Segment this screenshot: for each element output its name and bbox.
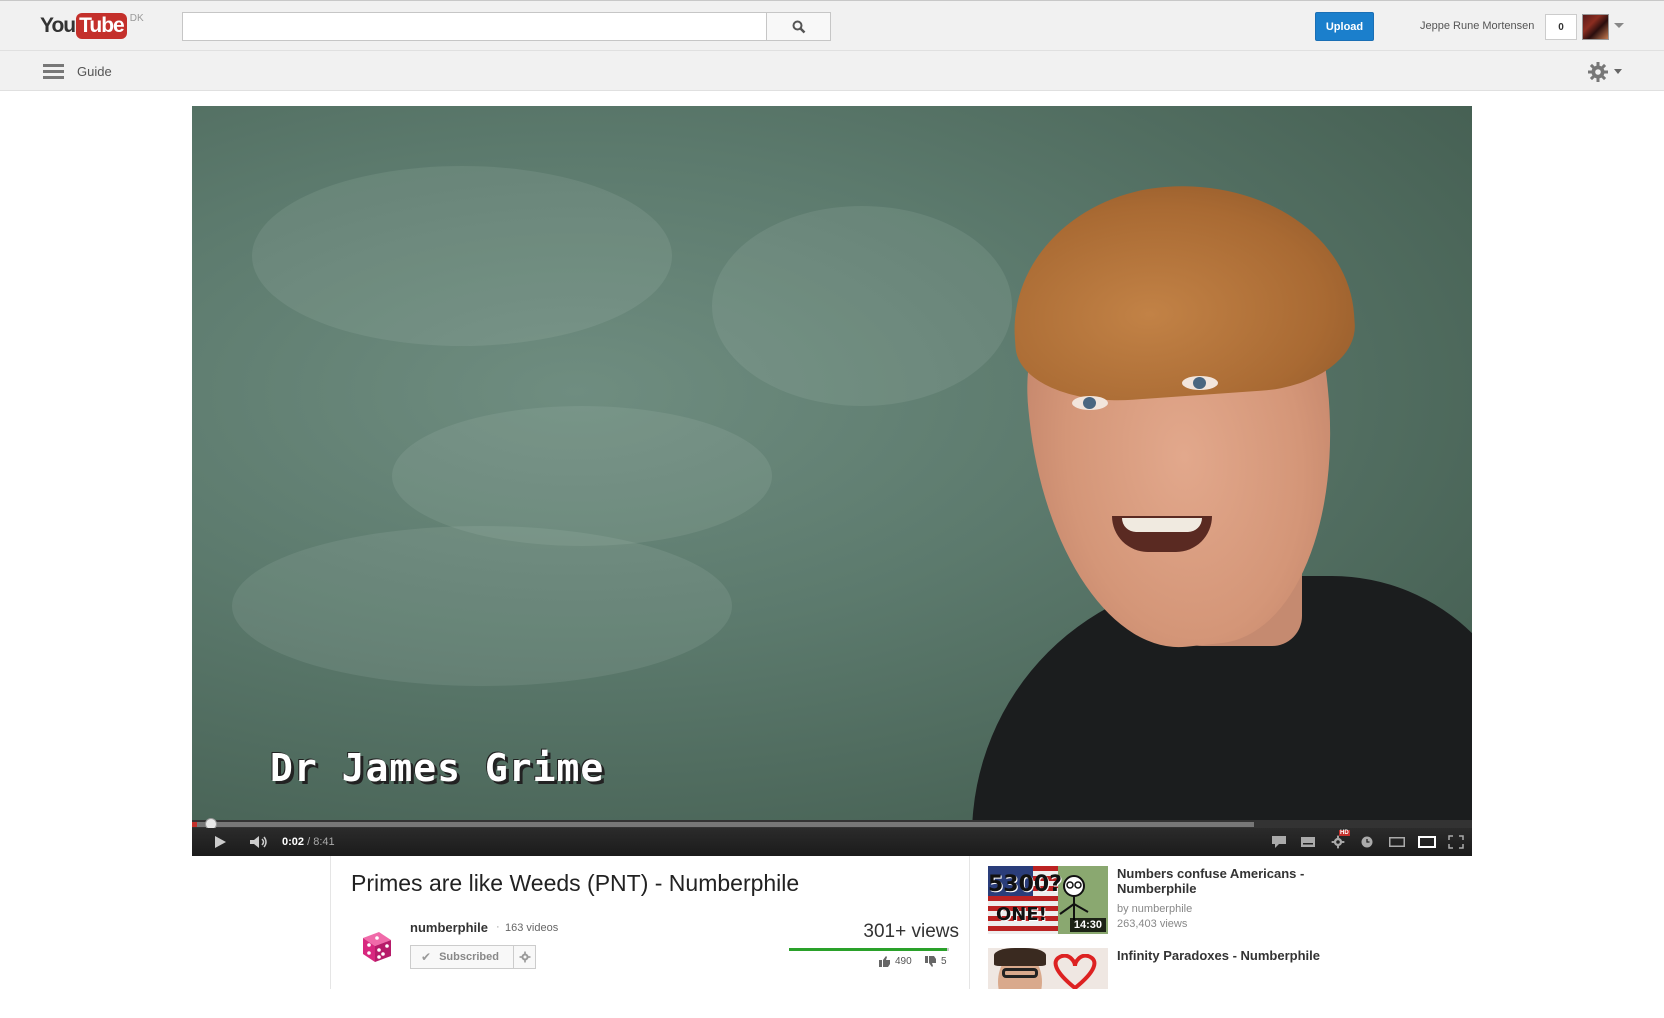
channel-name[interactable]: numberphile xyxy=(410,920,488,935)
annotations-button[interactable] xyxy=(1268,828,1290,856)
thumbs-up-icon xyxy=(879,956,890,967)
person-eye xyxy=(1182,376,1218,390)
gear-icon[interactable] xyxy=(1587,61,1609,83)
gear-icon xyxy=(519,951,530,963)
video-duration: 14:30 xyxy=(1069,918,1106,932)
search-icon xyxy=(792,20,805,33)
captions-button[interactable] xyxy=(1297,828,1319,856)
fullscreen-button[interactable] xyxy=(1445,828,1467,856)
related-video-channel[interactable]: by numberphile xyxy=(1117,903,1192,915)
like-ratio-bar xyxy=(789,948,949,951)
progress-loaded xyxy=(192,822,1255,827)
small-player-icon xyxy=(1389,837,1405,847)
progress-bar[interactable] xyxy=(192,818,1472,830)
captions-icon xyxy=(1301,837,1315,847)
hd-badge: HD xyxy=(1339,830,1350,836)
search-button[interactable] xyxy=(766,12,831,41)
like-button[interactable]: 490 xyxy=(879,956,912,967)
infinity-heart-icon xyxy=(1053,954,1097,989)
guide-bar: Guide xyxy=(0,50,1664,91)
notification-count[interactable]: 0 xyxy=(1545,14,1577,40)
subscribe-button[interactable]: ✔ Subscribed xyxy=(410,945,514,969)
like-count: 490 xyxy=(895,956,912,967)
search-input[interactable] xyxy=(182,12,767,41)
thumbs-down-icon xyxy=(925,956,936,967)
dislike-count: 5 xyxy=(941,956,947,967)
time-display: 0:02 / 8:41 xyxy=(282,836,335,848)
progress-played xyxy=(192,822,198,827)
video-info: Primes are like Weeds (PNT) - Numberphil… xyxy=(330,856,970,989)
video-thumbnail[interactable] xyxy=(988,948,1108,989)
video-thumbnail[interactable]: 5300? ONE! 14:30 xyxy=(988,866,1108,934)
related-video-item[interactable]: Infinity Paradoxes - Numberphile xyxy=(988,948,1348,1018)
chevron-down-icon[interactable] xyxy=(1614,69,1622,74)
video-caption: Dr James Grime xyxy=(270,746,605,790)
volume-button[interactable] xyxy=(246,828,272,856)
subscription-settings-button[interactable] xyxy=(514,945,536,969)
play-icon xyxy=(215,836,226,848)
person-teeth xyxy=(1122,518,1202,532)
chevron-down-icon[interactable] xyxy=(1614,23,1624,28)
logo-tube-text: Tube xyxy=(76,13,127,39)
watch-later-button[interactable] xyxy=(1356,828,1378,856)
youtube-logo[interactable]: You Tube DK xyxy=(40,13,144,39)
related-video-item[interactable]: 5300? ONE! 14:30 Numbers confuse America… xyxy=(988,866,1348,936)
channel-separator: · xyxy=(496,921,500,933)
video-player[interactable]: Dr James Grime 0:02 / 8:41 HD xyxy=(192,106,1472,856)
user-name[interactable]: Jeppe Rune Mortensen xyxy=(1420,20,1534,32)
view-count: 301+ views xyxy=(863,921,959,942)
clock-icon xyxy=(1361,836,1373,848)
like-ratio-fill xyxy=(789,948,948,951)
current-time: 0:02 xyxy=(282,836,305,848)
player-controls: 0:02 / 8:41 HD xyxy=(192,828,1472,856)
menu-icon[interactable] xyxy=(43,64,64,79)
thumbnail-text: 5300? xyxy=(988,872,1062,897)
related-video-views: 263,403 views xyxy=(1117,918,1188,930)
guide-button[interactable]: Guide xyxy=(77,64,112,79)
thumbnail-text: ONE! xyxy=(996,904,1047,925)
country-code: DK xyxy=(129,13,144,24)
person-eye xyxy=(1072,396,1108,410)
gear-icon xyxy=(1331,835,1345,849)
dislike-button[interactable]: 5 xyxy=(925,956,947,967)
fullscreen-icon xyxy=(1448,835,1464,849)
large-player-icon xyxy=(1418,836,1436,848)
check-icon: ✔ xyxy=(421,950,432,964)
video-title: Primes are like Weeds (PNT) - Numberphil… xyxy=(351,870,800,896)
duration: 8:41 xyxy=(313,836,335,848)
large-player-button[interactable] xyxy=(1415,828,1439,856)
person-hair xyxy=(1005,174,1359,408)
subscribe-label: Subscribed xyxy=(439,951,499,963)
upload-button[interactable]: Upload xyxy=(1315,12,1374,41)
video-frame[interactable]: Dr James Grime xyxy=(192,106,1472,820)
quality-settings-button[interactable]: HD xyxy=(1327,828,1350,856)
channel-thumbnail-dice-icon[interactable] xyxy=(355,926,395,966)
play-button[interactable] xyxy=(208,828,232,856)
volume-icon xyxy=(250,836,267,848)
speech-bubble-icon xyxy=(1272,836,1286,848)
related-video-title[interactable]: Numbers confuse Americans - Numberphile xyxy=(1117,866,1337,896)
related-video-title[interactable]: Infinity Paradoxes - Numberphile xyxy=(1117,948,1337,963)
logo-you-text: You xyxy=(40,14,76,37)
time-separator: / xyxy=(307,836,311,848)
channel-video-count[interactable]: 163 videos xyxy=(505,922,558,934)
small-player-button[interactable] xyxy=(1385,828,1409,856)
avatar[interactable] xyxy=(1582,14,1609,40)
masthead: You Tube DK Upload Jeppe Rune Mortensen … xyxy=(0,0,1664,50)
